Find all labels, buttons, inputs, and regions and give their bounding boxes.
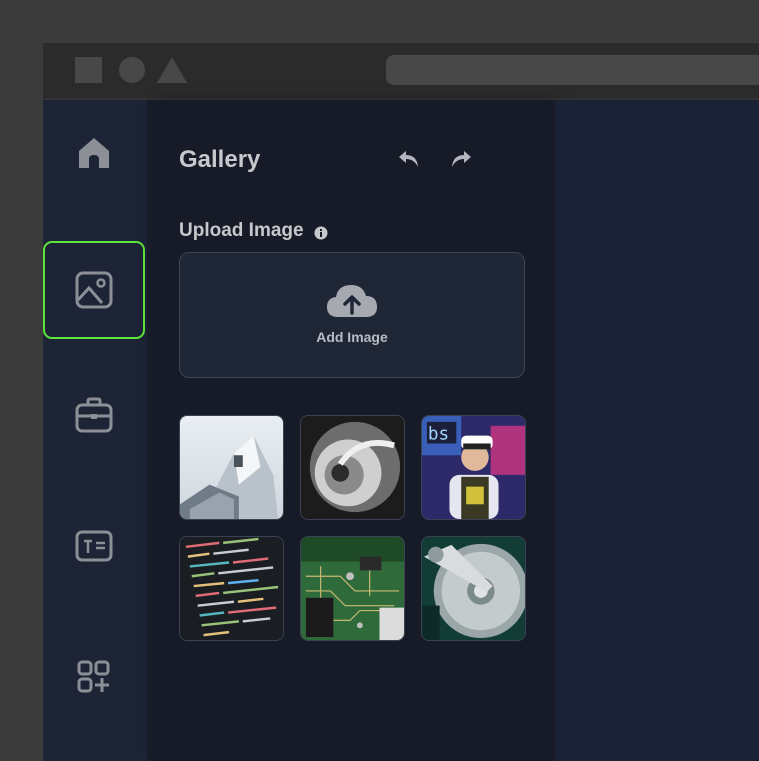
sidebar-item-gallery[interactable]: [43, 241, 145, 339]
square-shape: [75, 57, 102, 83]
triangle-shape: [157, 57, 187, 83]
thumbnail-code[interactable]: [179, 536, 284, 641]
thumbnail-grid: bs: [179, 415, 526, 641]
undo-button[interactable]: [397, 148, 421, 170]
cloud-upload-icon: [327, 285, 377, 317]
sidebar-item-text[interactable]: [43, 497, 145, 595]
title-bar: [43, 43, 759, 100]
add-image-label: Add Image: [316, 329, 388, 345]
redo-icon: [452, 151, 471, 167]
thumbnail-circuit-board[interactable]: [300, 536, 405, 641]
briefcase-icon: [75, 397, 113, 433]
info-icon[interactable]: [314, 224, 328, 240]
address-bar[interactable]: [386, 55, 759, 85]
page-title: Gallery: [179, 146, 261, 173]
gallery-panel: Gallery Upload Image Add Image bs: [147, 100, 555, 761]
add-image-dropzone[interactable]: Add Image: [179, 252, 525, 378]
svg-text:bs: bs: [428, 425, 449, 445]
apps-add-icon: [77, 660, 110, 693]
thumbnail-building[interactable]: [179, 415, 284, 520]
thumbnail-spiral[interactable]: [300, 415, 405, 520]
sidebar-item-home[interactable]: [43, 104, 145, 202]
upload-section-label: Upload Image: [179, 220, 328, 242]
sidebar: [43, 100, 147, 761]
thumbnail-vr-person[interactable]: bs: [421, 415, 526, 520]
sidebar-item-apps[interactable]: [43, 628, 145, 726]
upload-label-text: Upload Image: [179, 220, 304, 241]
redo-button[interactable]: [449, 148, 473, 170]
canvas-area[interactable]: [555, 100, 759, 761]
sidebar-item-briefcase[interactable]: [43, 366, 145, 464]
thumbnail-hard-drive[interactable]: [421, 536, 526, 641]
undo-icon: [399, 151, 418, 167]
home-icon: [79, 138, 109, 168]
circle-shape: [119, 57, 145, 83]
app-window: Gallery Upload Image Add Image bs: [43, 43, 759, 761]
text-box-icon: [75, 530, 113, 562]
image-icon: [75, 271, 113, 309]
